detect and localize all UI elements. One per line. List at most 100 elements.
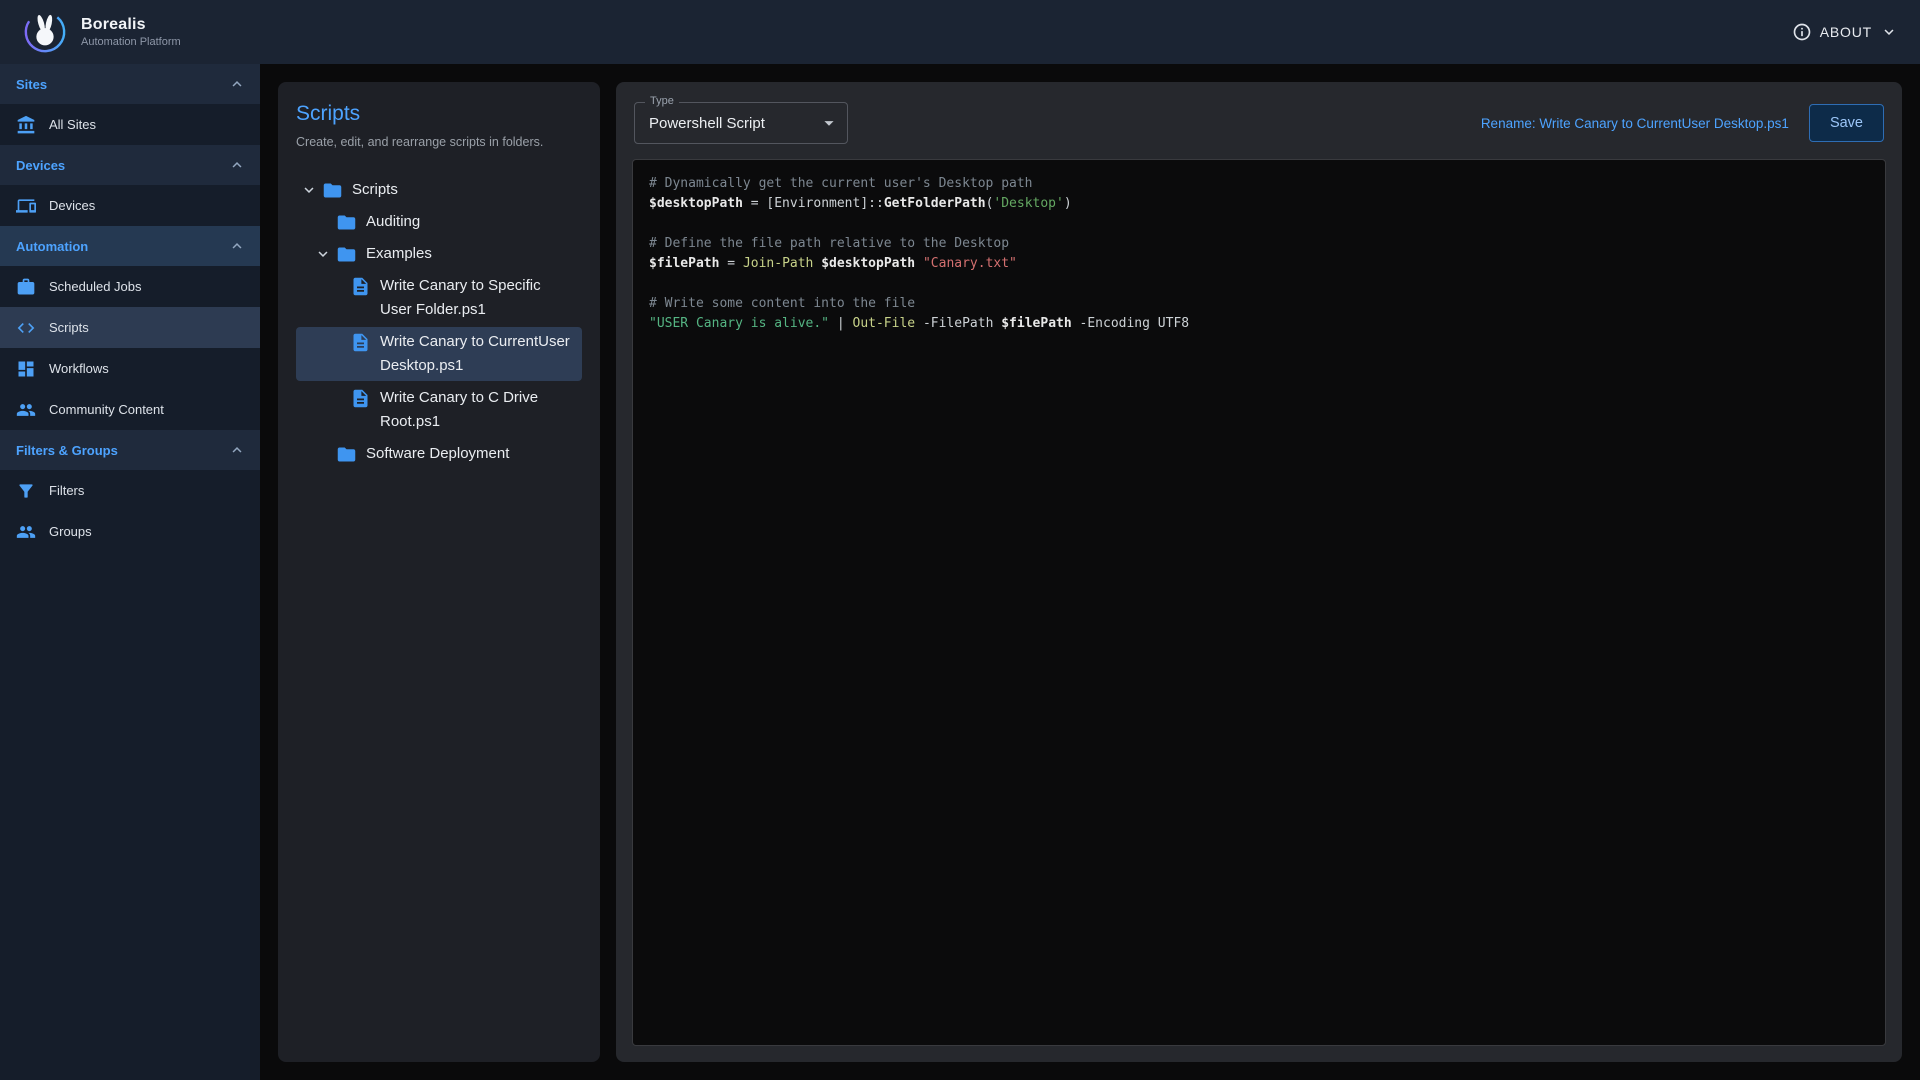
sidebar-item-all-sites[interactable]: All Sites	[0, 104, 260, 145]
sidebar-section-label: Devices	[16, 158, 65, 173]
code-token: =	[743, 196, 766, 211]
file-icon	[350, 276, 371, 297]
code-line: # Dynamically get the current user's Des…	[649, 174, 1869, 194]
tree-indent	[324, 274, 350, 298]
building-icon	[16, 115, 36, 135]
brand-text: Borealis Automation Platform	[81, 16, 181, 48]
folder-icon	[336, 212, 357, 233]
sidebar-section-label: Sites	[16, 77, 47, 92]
code-token: $desktopPath	[649, 196, 743, 211]
code-token: -Encoding	[1080, 316, 1150, 331]
sidebar-section-devices[interactable]: Devices	[0, 145, 260, 185]
code-line: # Define the file path relative to the D…	[649, 234, 1869, 254]
tree-indent	[310, 210, 336, 234]
brand-subtitle: Automation Platform	[81, 36, 181, 48]
brand[interactable]: Borealis Automation Platform	[22, 9, 181, 55]
save-button[interactable]: Save	[1809, 104, 1884, 142]
folder-icon	[336, 444, 357, 465]
code-token	[915, 316, 923, 331]
code-token: =	[719, 256, 742, 271]
type-select-value: Powershell Script	[649, 115, 765, 132]
tree-item-label: Write Canary to C Drive Root.ps1	[380, 386, 570, 434]
code-token: # Dynamically get the current user's Des…	[649, 176, 1033, 191]
filter-icon	[16, 481, 36, 501]
sidebar-section-sites[interactable]: Sites	[0, 64, 260, 104]
code-token: $filePath	[1001, 316, 1071, 331]
sidebar-item-label: Workflows	[49, 361, 109, 376]
tree-indent	[324, 330, 350, 354]
tree-item-software-deployment[interactable]: Software Deployment	[296, 439, 582, 469]
code-token: -FilePath	[923, 316, 993, 331]
sidebar-section-filters-groups[interactable]: Filters & Groups	[0, 430, 260, 470]
code-token	[915, 256, 923, 271]
tree-indent	[310, 442, 336, 466]
main-content: Scripts Create, edit, and rearrange scri…	[260, 64, 1920, 1080]
script-tree: Scripts Auditing Examples Write Canary to S…	[296, 175, 582, 1046]
script-editor-panel: Type Powershell Script Rename: Write Can…	[616, 82, 1902, 1062]
brand-name: Borealis	[81, 16, 181, 34]
groups-icon	[16, 522, 36, 542]
chevron-down-icon	[1880, 23, 1898, 41]
sidebar-item-label: All Sites	[49, 117, 96, 132]
app-root: Borealis Automation Platform ABOUT Sites…	[0, 0, 1920, 1080]
sidebar-item-filters[interactable]: Filters	[0, 470, 260, 511]
sidebar-item-community-content[interactable]: Community Content	[0, 389, 260, 430]
borealis-logo-icon	[22, 9, 68, 55]
code-editor[interactable]: # Dynamically get the current user's Des…	[632, 159, 1886, 1046]
app-body: Sites All Sites Devices Devices Automation Sc…	[0, 64, 1920, 1080]
code-token: Join-Path	[743, 256, 813, 271]
tree-item-scripts[interactable]: Scripts	[296, 175, 582, 205]
briefcase-icon	[16, 277, 36, 297]
panel-title: Scripts	[296, 102, 582, 126]
code-line: $desktopPath = [Environment]::GetFolderP…	[649, 194, 1869, 214]
sidebar-section-label: Automation	[16, 239, 88, 254]
code-token: $filePath	[649, 256, 719, 271]
sidebar: Sites All Sites Devices Devices Automation Sc…	[0, 64, 260, 1080]
people-icon	[16, 400, 36, 420]
workflow-icon	[16, 359, 36, 379]
sidebar-item-workflows[interactable]: Workflows	[0, 348, 260, 389]
file-icon	[350, 332, 371, 353]
code-token: GetFolderPath	[884, 196, 986, 211]
tree-item-label: Write Canary to Specific User Folder.ps1	[380, 274, 570, 322]
code-line	[649, 214, 1869, 234]
chevron-up-icon	[228, 156, 246, 174]
code-token: 'Desktop'	[993, 196, 1063, 211]
sidebar-section-automation[interactable]: Automation	[0, 226, 260, 266]
chevron-down-icon[interactable]	[310, 242, 336, 266]
scripts-tree-panel: Scripts Create, edit, and rearrange scri…	[278, 82, 600, 1062]
code-token: "USER Canary is alive."	[649, 316, 829, 331]
file-icon	[350, 388, 371, 409]
tree-item-write-canary-to-currentuser-desktop-ps1[interactable]: Write Canary to CurrentUser Desktop.ps1	[296, 327, 582, 381]
code-token: [Environment]	[766, 196, 868, 211]
script-type-select[interactable]: Type Powershell Script	[634, 102, 848, 144]
about-menu-button[interactable]: ABOUT	[1792, 22, 1898, 42]
about-label: ABOUT	[1820, 24, 1872, 40]
info-icon	[1792, 22, 1812, 42]
editor-header: Type Powershell Script Rename: Write Can…	[634, 102, 1884, 144]
topbar: Borealis Automation Platform ABOUT	[0, 0, 1920, 64]
chevron-down-icon[interactable]	[296, 178, 322, 202]
code-line: $filePath = Join-Path $desktopPath "Cana…	[649, 254, 1869, 274]
tree-item-auditing[interactable]: Auditing	[296, 207, 582, 237]
chevron-up-icon	[228, 237, 246, 255]
devices-icon	[16, 196, 36, 216]
tree-item-label: Scripts	[352, 178, 398, 202]
tree-item-label: Examples	[366, 242, 432, 266]
panel-subtitle: Create, edit, and rearrange scripts in f…	[296, 135, 582, 149]
rename-link[interactable]: Rename: Write Canary to CurrentUser Desk…	[1481, 116, 1789, 131]
tree-item-examples[interactable]: Examples	[296, 239, 582, 269]
sidebar-item-scheduled-jobs[interactable]: Scheduled Jobs	[0, 266, 260, 307]
tree-item-write-canary-to-c-drive-root-ps1[interactable]: Write Canary to C Drive Root.ps1	[296, 383, 582, 437]
sidebar-section-label: Filters & Groups	[16, 443, 118, 458]
code-token: )	[1064, 196, 1072, 211]
code-token	[1072, 316, 1080, 331]
code-line: "USER Canary is alive." | Out-File -File…	[649, 314, 1869, 334]
sidebar-item-groups[interactable]: Groups	[0, 511, 260, 552]
tree-item-label: Write Canary to CurrentUser Desktop.ps1	[380, 330, 570, 378]
sidebar-item-devices[interactable]: Devices	[0, 185, 260, 226]
code-token: ::	[868, 196, 884, 211]
tree-item-write-canary-to-specific-user-folder-ps1[interactable]: Write Canary to Specific User Folder.ps1	[296, 271, 582, 325]
sidebar-item-scripts[interactable]: Scripts	[0, 307, 260, 348]
tree-item-label: Software Deployment	[366, 442, 509, 466]
